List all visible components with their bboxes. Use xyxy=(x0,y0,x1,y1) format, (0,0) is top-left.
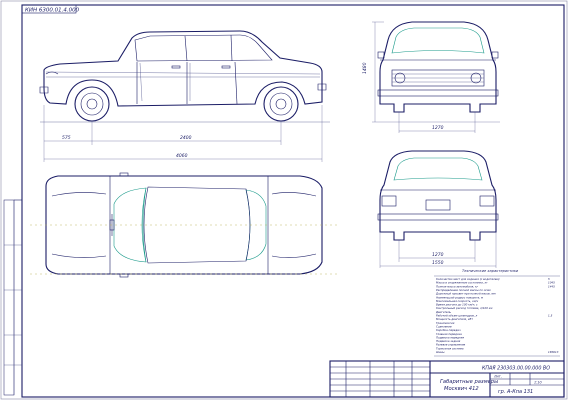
front-view: 1480 1270 xyxy=(362,21,500,133)
dim-front-overhang: 575 xyxy=(62,135,71,141)
header-stamp: КИН 6300.01.4.000 xyxy=(21,4,80,14)
dim-front-track: 1270 xyxy=(432,125,444,131)
drawing-sheet: КИН 6300.01.4.000 575 2400 4060 1480 127… xyxy=(0,0,568,400)
spec-value: 1445 xyxy=(548,284,555,288)
outer-frame xyxy=(0,0,568,400)
spec-value: 1,5 xyxy=(548,314,553,318)
scale: 1:10 xyxy=(534,381,542,385)
specs-heading: Технические характеристики xyxy=(462,269,519,273)
org: гр. А-Кпа 131 xyxy=(498,389,533,395)
spec-lines: Количество мест для сидения (с водителем… xyxy=(435,277,559,354)
sheet-label: Лит. xyxy=(493,375,502,379)
title-code: КПАЯ 230303.00.00.000 ВО xyxy=(482,366,550,372)
top-view xyxy=(30,172,340,278)
title-name-line2: Москвич 412 xyxy=(444,386,479,392)
header-code: КИН 6300.01.4.000 xyxy=(25,8,80,14)
dim-width: 1550 xyxy=(432,260,444,266)
dim-total-length: 4060 xyxy=(176,153,188,159)
specs-block: Технические характеристики Количество ме… xyxy=(434,269,560,357)
spec-line: Шины xyxy=(436,350,445,354)
dim-height: 1480 xyxy=(362,62,368,74)
dim-wheelbase: 2400 xyxy=(180,135,192,141)
side-view: 575 2400 4060 xyxy=(39,30,330,162)
title-block: КПАЯ 230303.00.00.000 ВО Габаритные разм… xyxy=(329,360,565,398)
rear-view: 1270 1550 xyxy=(377,150,499,268)
left-binding-strip xyxy=(3,199,22,396)
spec-value: 165R13 xyxy=(548,350,559,354)
dim-rear-track: 1270 xyxy=(432,252,444,258)
title-name-line1: Габаритные размеры xyxy=(440,379,498,385)
inner-frame xyxy=(21,4,565,398)
